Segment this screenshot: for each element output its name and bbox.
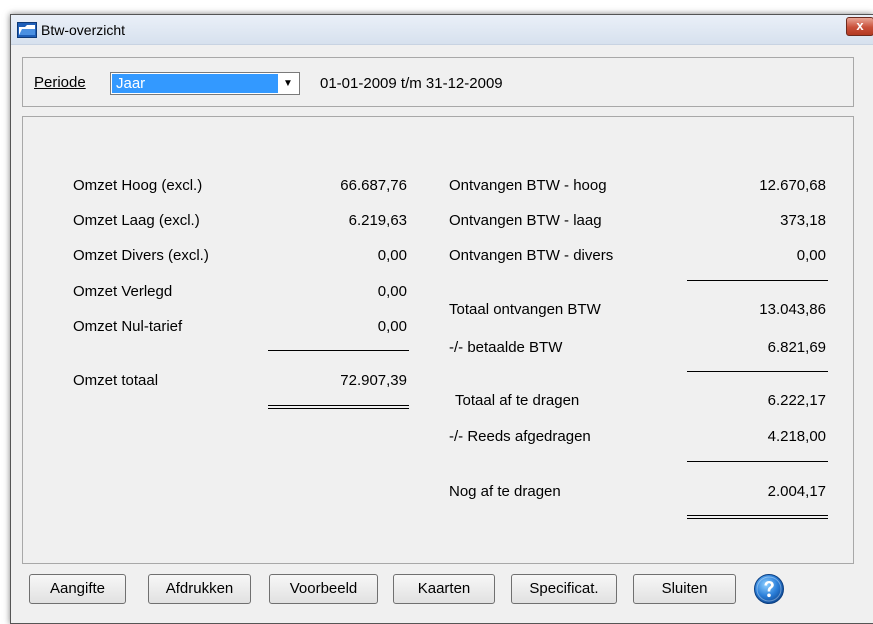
betaalde-btw-value: 6.821,69 — [767, 339, 826, 356]
reeds-afgedragen-value: 4.218,00 — [767, 428, 826, 445]
nog-af-te-dragen-value: 2.004,17 — [767, 483, 826, 500]
btw-betaald-rule — [687, 371, 828, 372]
btw-overzicht-window: Btw-overzicht x Periode Jaar ▼ 01-01-200… — [10, 14, 873, 624]
btw-summary-panel: Omzet Hoog (excl.) 66.687,76 Omzet Laag … — [22, 116, 854, 564]
totaal-ontvangen-btw-label: Totaal ontvangen BTW — [449, 301, 601, 318]
ontvangen-btw-hoog-label: Ontvangen BTW - hoog — [449, 177, 607, 194]
totaal-af-te-dragen-value: 6.222,17 — [767, 392, 826, 409]
kaarten-button[interactable]: Kaarten — [393, 574, 495, 604]
periode-label: Periode — [34, 74, 86, 91]
help-icon[interactable] — [753, 573, 785, 605]
nog-af-te-dragen-label: Nog af te dragen — [449, 483, 561, 500]
window-title: Btw-overzicht — [41, 22, 126, 38]
totaal-ontvangen-btw-value: 13.043,86 — [759, 301, 826, 318]
ontvangen-btw-divers-value: 0,00 — [796, 247, 826, 264]
totaal-af-te-dragen-label: Totaal af te dragen — [455, 392, 580, 409]
periode-select[interactable]: Jaar ▼ — [110, 72, 300, 95]
window-icon — [17, 22, 37, 38]
omzet-subtotal-rule — [268, 350, 409, 351]
omzet-laag-label: Omzet Laag (excl.) — [73, 212, 200, 229]
omzet-nul-tarief-label: Omzet Nul-tarief — [73, 318, 183, 335]
periode-range: 01-01-2009 t/m 31-12-2009 — [320, 75, 503, 92]
afdrukken-button[interactable]: Afdrukken — [148, 574, 251, 604]
periode-label-text: Periode — [34, 74, 86, 91]
chevron-down-icon[interactable]: ▼ — [279, 75, 297, 92]
omzet-verlegd-value: 0,00 — [377, 283, 407, 300]
close-icon: x — [856, 18, 864, 33]
omzet-verlegd-label: Omzet Verlegd — [73, 283, 173, 300]
title-bar[interactable]: Btw-overzicht x — [11, 15, 873, 45]
reeds-afgedragen-label: -/- Reeds afgedragen — [449, 428, 591, 445]
btw-reeds-rule — [687, 461, 828, 462]
btw-subtotal-rule — [687, 280, 828, 281]
aangifte-button[interactable]: Aangifte — [29, 574, 126, 604]
close-button[interactable]: x — [846, 17, 873, 36]
omzet-totaal-value: 72.907,39 — [340, 372, 407, 389]
omzet-hoog-label: Omzet Hoog (excl.) — [73, 177, 203, 194]
omzet-divers-value: 0,00 — [377, 247, 407, 264]
periode-select-value: Jaar — [112, 74, 278, 93]
omzet-laag-value: 6.219,63 — [348, 212, 407, 229]
periode-panel: Periode Jaar ▼ 01-01-2009 t/m 31-12-2009 — [22, 57, 854, 107]
omzet-totaal-label: Omzet totaal — [73, 372, 159, 389]
ontvangen-btw-laag-value: 373,18 — [780, 212, 826, 229]
specificat-button[interactable]: Specificat. — [511, 574, 617, 604]
sluiten-button[interactable]: Sluiten — [633, 574, 736, 604]
voorbeeld-button[interactable]: Voorbeeld — [269, 574, 378, 604]
omzet-total-double-rule — [268, 405, 409, 409]
ontvangen-btw-hoog-value: 12.670,68 — [759, 177, 826, 194]
betaalde-btw-label: -/- betaalde BTW — [449, 339, 563, 356]
omzet-divers-label: Omzet Divers (excl.) — [73, 247, 209, 264]
ontvangen-btw-laag-label: Ontvangen BTW - laag — [449, 212, 602, 229]
nog-total-double-rule — [687, 515, 828, 519]
ontvangen-btw-divers-label: Ontvangen BTW - divers — [449, 247, 614, 264]
omzet-nul-tarief-value: 0,00 — [377, 318, 407, 335]
omzet-hoog-value: 66.687,76 — [340, 177, 407, 194]
